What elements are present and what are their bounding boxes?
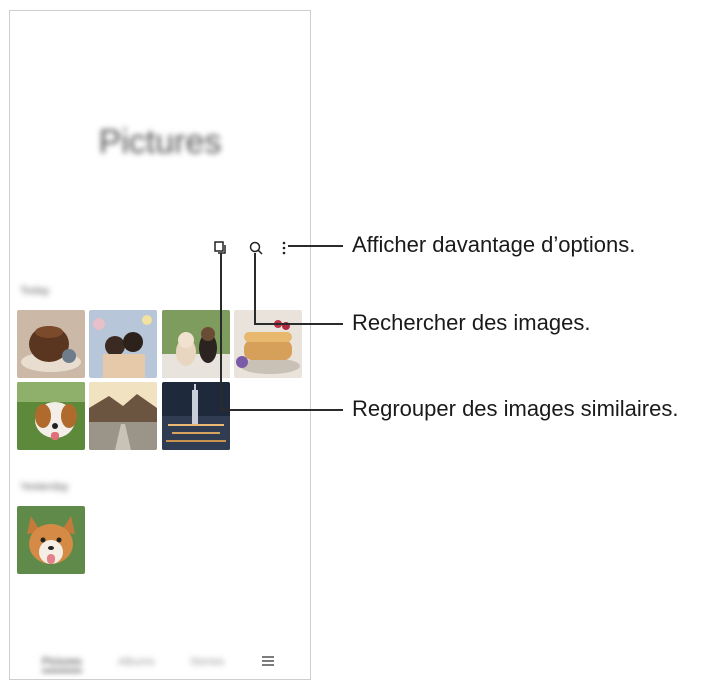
hamburger-menu-icon[interactable] [258, 651, 278, 671]
search-icon[interactable] [246, 238, 266, 258]
tab-pictures[interactable]: Pictures [42, 656, 82, 672]
callout-line-group-v [220, 253, 222, 411]
photo-thumbnail[interactable] [234, 310, 302, 378]
callout-line-group-h [220, 409, 343, 411]
tab-albums[interactable]: Albums [118, 656, 155, 668]
callout-more-options: Afficher davantage d’options. [352, 232, 636, 257]
photo-thumbnail[interactable] [17, 506, 85, 574]
photo-thumbnail[interactable] [17, 310, 85, 378]
callout-search: Rechercher des images. [352, 310, 591, 335]
photo-thumbnail[interactable] [17, 382, 85, 450]
callout-line-more-options [288, 245, 343, 247]
page-title: Pictures [98, 123, 222, 161]
photo-thumbnail[interactable] [89, 310, 157, 378]
callout-group-similar: Regrouper des images similaires. [352, 396, 679, 421]
tab-stories[interactable]: Stories [190, 656, 224, 668]
section-label-today: Today [20, 285, 50, 297]
callout-line-search-v [254, 253, 256, 324]
phone-screen: Pictures Today Yesterday Pictures Albums… [9, 10, 311, 680]
callout-line-search-h [254, 323, 343, 325]
more-options-icon[interactable] [274, 238, 294, 258]
photo-thumbnail[interactable] [89, 382, 157, 450]
section-label-yesterday: Yesterday [20, 481, 69, 493]
